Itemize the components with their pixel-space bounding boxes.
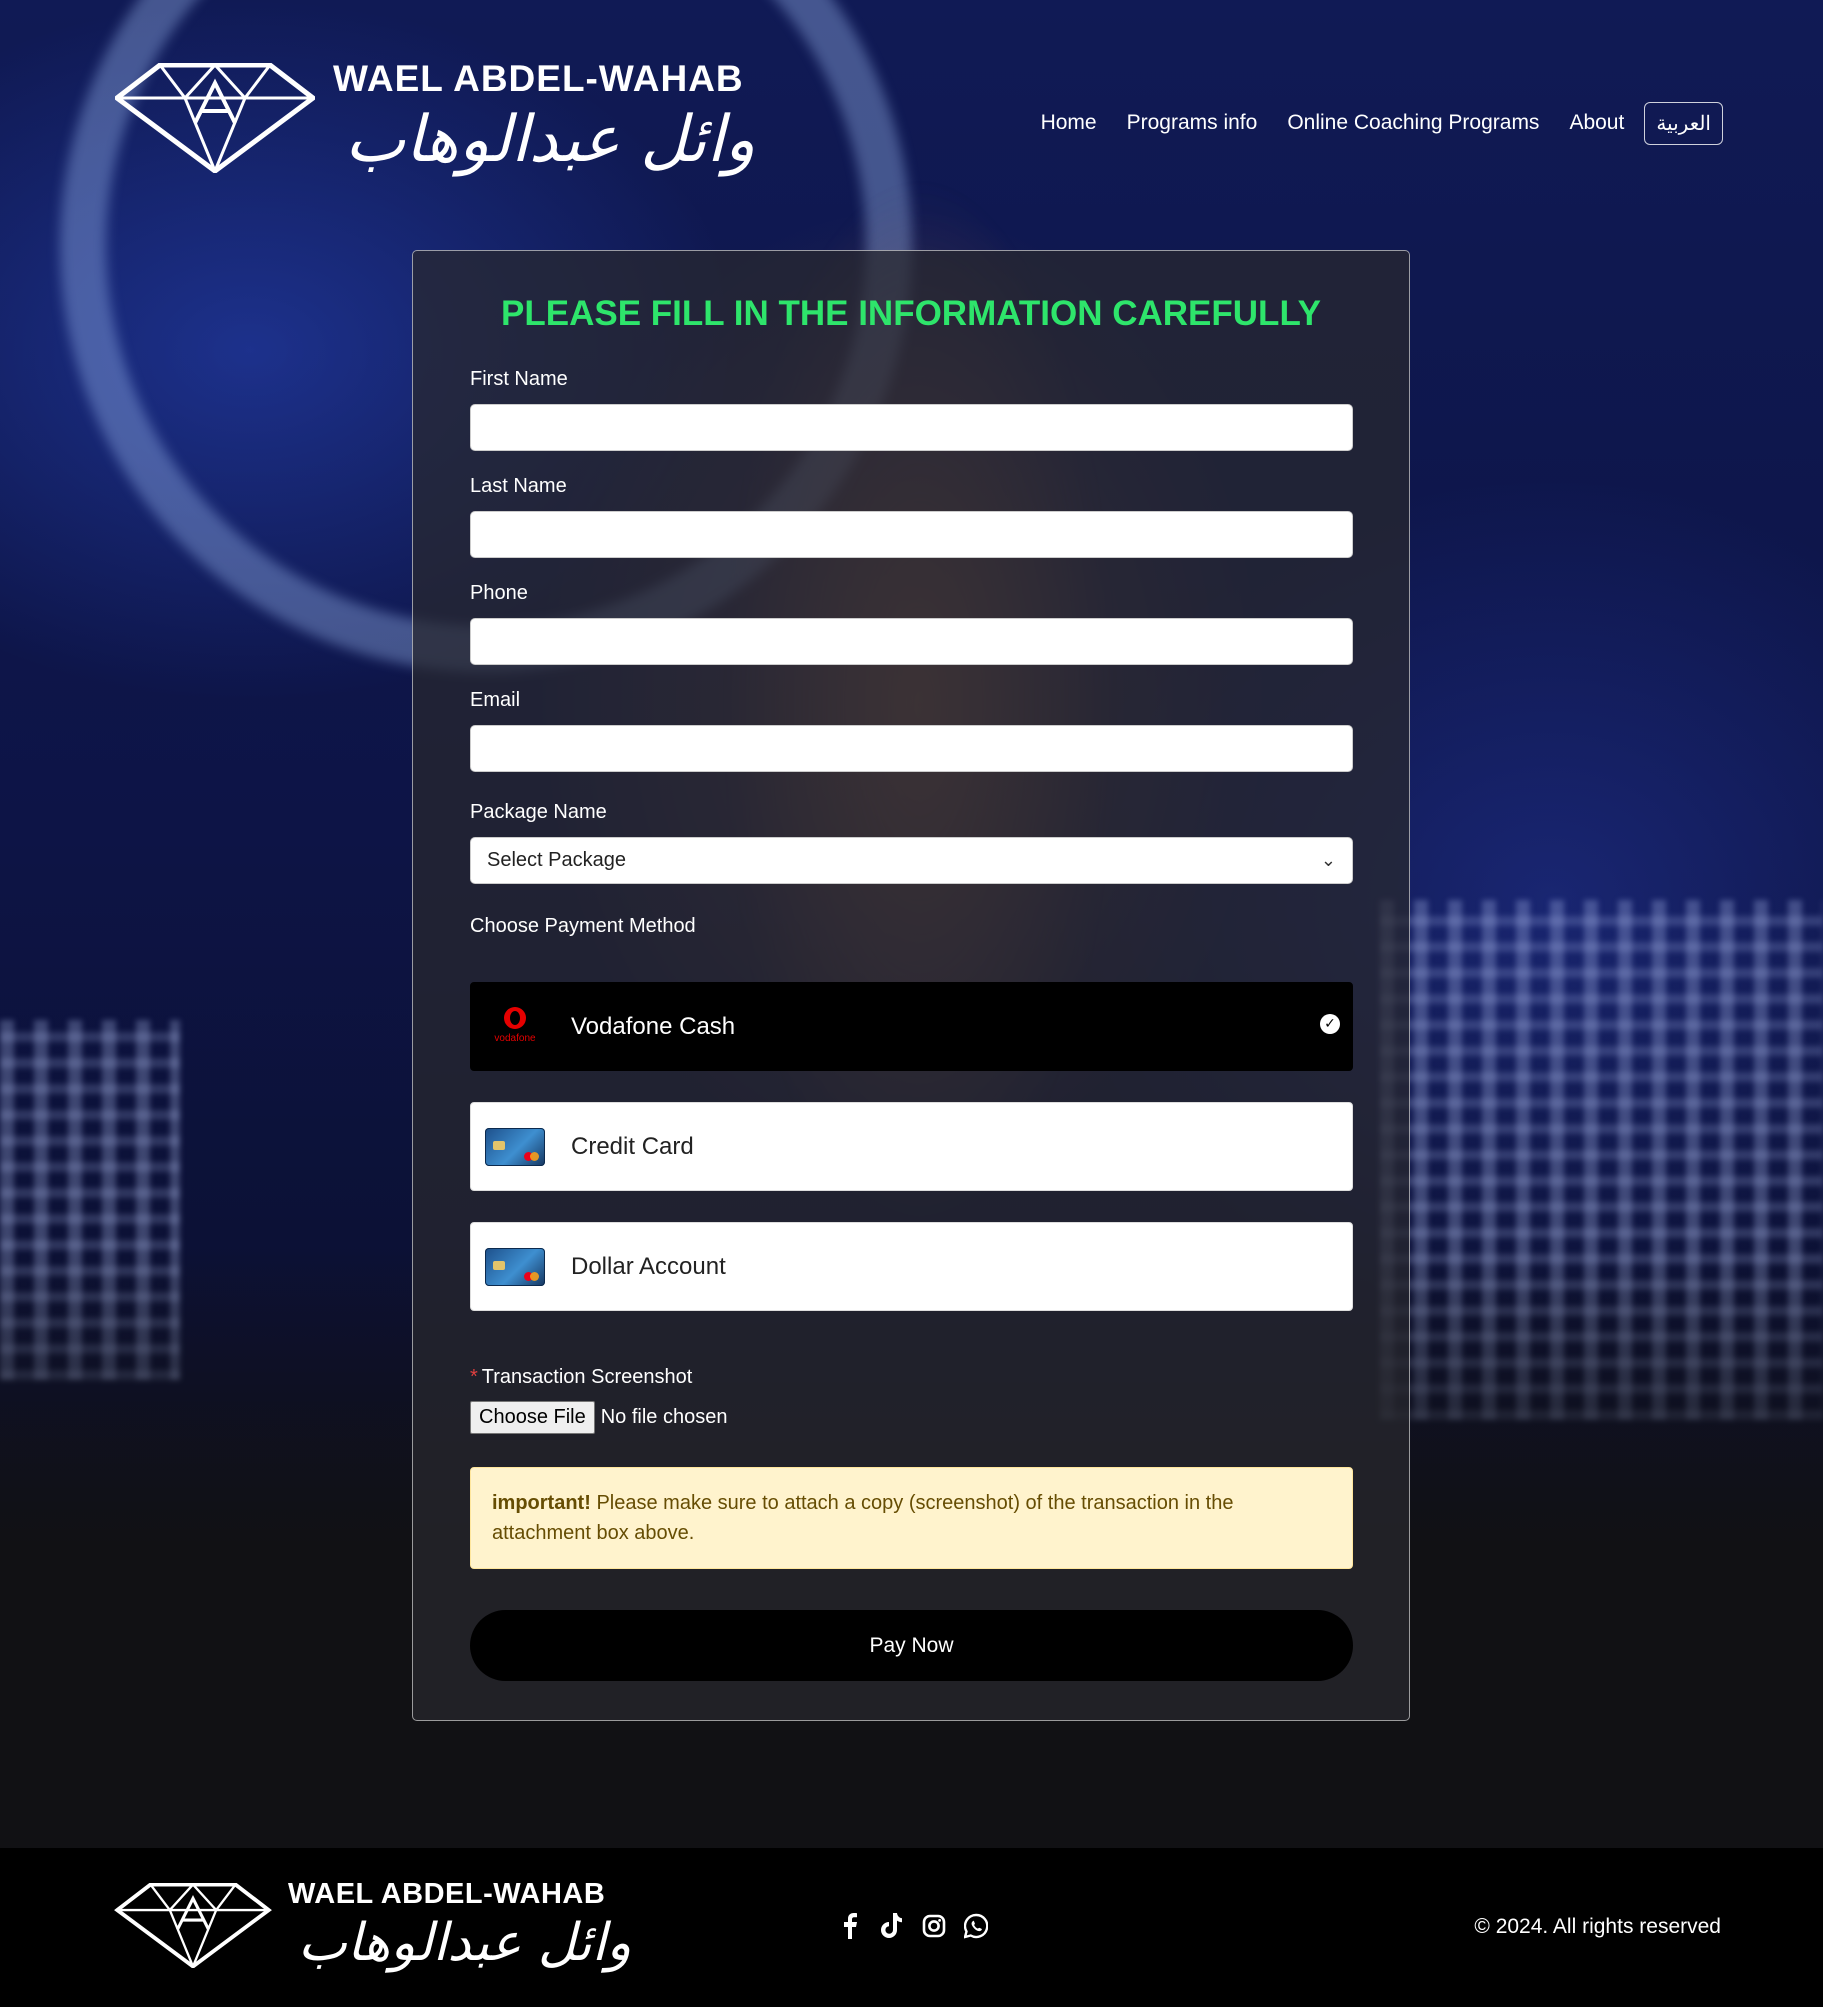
- footer-brand-arabic: وائل عبدالوهاب: [298, 1913, 632, 1973]
- vodafone-logo-icon: vodafone: [490, 1006, 540, 1047]
- last-name-label: Last Name: [470, 475, 567, 497]
- upload-label-row: * Transaction Screenshot: [470, 1366, 727, 1389]
- email-group: Email: [470, 689, 1353, 772]
- copyright-text: © 2024. All rights reserved: [1474, 1915, 1721, 1938]
- payment-form-card: PLEASE FILL IN THE INFORMATION CAREFULLY…: [412, 250, 1410, 1721]
- phone-label: Phone: [470, 582, 528, 604]
- footer-logo[interactable]: WAEL ABDEL-WAHAB وائل عبدالوهاب: [113, 1878, 631, 1988]
- checkmark-icon: ✓: [1320, 1014, 1340, 1034]
- important-alert: important! Please make sure to attach a …: [470, 1467, 1353, 1569]
- upload-label: Transaction Screenshot: [481, 1366, 693, 1388]
- pay-now-button[interactable]: Pay Now: [470, 1610, 1353, 1681]
- diamond-logo-icon: [114, 1883, 272, 1968]
- chevron-down-icon: ⌄: [1320, 850, 1336, 870]
- site-header: WAEL ABDEL-WAHAB وائل عبدالوهاب Home Pro…: [0, 0, 1823, 200]
- payment-option-vodafone-cash[interactable]: vodafone Vodafone Cash ✓: [470, 982, 1353, 1071]
- whatsapp-icon[interactable]: [963, 1913, 989, 1939]
- package-label: Package Name: [470, 801, 607, 823]
- first-name-input[interactable]: [470, 404, 1353, 451]
- email-input[interactable]: [470, 725, 1353, 772]
- nav-online-coaching-programs[interactable]: Online Coaching Programs: [1287, 111, 1539, 135]
- payment-option-credit-card[interactable]: Credit Card: [470, 1102, 1353, 1191]
- instagram-icon[interactable]: [922, 1913, 946, 1939]
- site-footer: WAEL ABDEL-WAHAB وائل عبدالوهاب © 2024. …: [0, 1848, 1823, 2007]
- payment-method-label: Choose Payment Method: [470, 915, 696, 937]
- main-navigation: Home Programs info Online Coaching Progr…: [1041, 98, 1723, 148]
- file-input: Choose File No file chosen: [470, 1401, 727, 1434]
- nav-about[interactable]: About: [1569, 111, 1624, 135]
- first-name-group: First Name: [470, 368, 1353, 451]
- nav-home[interactable]: Home: [1041, 111, 1097, 135]
- credit-card-icon-wrap: [484, 1127, 546, 1167]
- payment-option-label: Dollar Account: [571, 1252, 726, 1280]
- package-select[interactable]: Select Package ⌄: [470, 837, 1353, 884]
- social-links: [838, 1913, 989, 1939]
- email-label: Email: [470, 689, 521, 711]
- credit-card-icon: [485, 1127, 545, 1166]
- diamond-logo-icon: [115, 63, 315, 173]
- file-status-text: No file chosen: [600, 1406, 728, 1428]
- brand-name-arabic: وائل عبدالوهاب: [345, 103, 756, 177]
- vodafone-logo-wrap: vodafone: [484, 1006, 546, 1047]
- phone-group: Phone: [470, 582, 1353, 665]
- last-name-input[interactable]: [470, 511, 1353, 558]
- required-asterisk: *: [470, 1366, 478, 1388]
- first-name-label: First Name: [470, 368, 568, 390]
- payment-option-label: Vodafone Cash: [571, 1012, 736, 1040]
- form-title: PLEASE FILL IN THE INFORMATION CAREFULLY: [501, 294, 1321, 333]
- facebook-icon[interactable]: [838, 1913, 862, 1939]
- alert-strong-text: important!: [492, 1492, 591, 1514]
- header-logo[interactable]: WAEL ABDEL-WAHAB وائل عبدالوهاب: [115, 55, 755, 195]
- credit-card-icon-wrap: [484, 1247, 546, 1287]
- package-select-value: Select Package: [487, 849, 626, 871]
- payment-option-dollar-account[interactable]: Dollar Account: [470, 1222, 1353, 1311]
- tiktok-icon[interactable]: [880, 1913, 904, 1939]
- language-switch-button[interactable]: العربية: [1644, 101, 1723, 145]
- nav-programs-info[interactable]: Programs info: [1127, 111, 1258, 135]
- phone-input[interactable]: [470, 618, 1353, 665]
- alert-message: Please make sure to attach a copy (scree…: [492, 1492, 1234, 1544]
- credit-card-icon: [485, 1247, 545, 1286]
- transaction-upload-group: * Transaction Screenshot Choose File No f…: [470, 1366, 727, 1434]
- choose-file-button[interactable]: Choose File: [470, 1401, 595, 1434]
- footer-brand-english: WAEL ABDEL-WAHAB: [288, 1878, 606, 1910]
- vodafone-logo-text: vodafone: [494, 1032, 536, 1044]
- package-group: Package Name Select Package ⌄: [470, 801, 1353, 884]
- brand-name-english: WAEL ABDEL-WAHAB: [333, 58, 744, 99]
- payment-option-label: Credit Card: [571, 1132, 694, 1160]
- last-name-group: Last Name: [470, 475, 1353, 558]
